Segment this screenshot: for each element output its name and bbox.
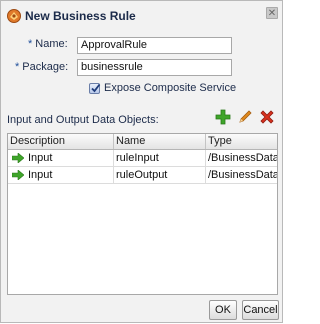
cell-description: Input <box>28 167 114 183</box>
required-marker: * <box>15 61 20 73</box>
cell-type: /BusinessData/Ru <box>208 152 277 164</box>
business-rule-icon <box>7 9 21 23</box>
cell-name: ruleInput <box>114 150 206 166</box>
delete-icon[interactable] <box>259 109 275 125</box>
ok-button[interactable]: OK <box>209 300 237 320</box>
expose-composite-checkbox[interactable] <box>89 82 101 94</box>
column-header-description[interactable]: Description <box>8 134 114 149</box>
edit-icon[interactable] <box>237 109 253 125</box>
package-label: Package: <box>22 61 69 73</box>
name-row: * Name: <box>28 38 68 50</box>
close-icon: ✕ <box>267 8 277 19</box>
cancel-button[interactable]: Cancel <box>242 300 279 320</box>
arrow-right-icon <box>12 153 24 163</box>
title-bar: New Business Rule ✕ <box>1 1 282 31</box>
cell-name: ruleOutput <box>114 167 206 183</box>
table-row[interactable]: Input ruleOutput /BusinessData/Ru <box>8 167 277 184</box>
table-row[interactable]: Input ruleInput /BusinessData/Ru <box>8 150 277 167</box>
data-objects-label: Input and Output Data Objects: <box>7 114 159 126</box>
expose-row: Expose Composite Service <box>89 82 236 94</box>
table-header: Description Name Type <box>8 134 277 150</box>
name-label: Name: <box>35 38 68 50</box>
name-input[interactable]: ApprovalRule <box>77 37 232 54</box>
package-input[interactable]: businessrule <box>77 59 232 76</box>
cell-type: /BusinessData/Ru <box>208 169 277 181</box>
close-button[interactable]: ✕ <box>266 7 278 19</box>
checkmark-icon <box>91 83 101 92</box>
package-row: * Package: <box>15 61 68 73</box>
new-business-rule-dialog: New Business Rule ✕ * Name: ApprovalRule… <box>0 0 283 323</box>
expose-composite-label: Expose Composite Service <box>104 82 237 94</box>
cell-description: Input <box>28 150 114 166</box>
add-icon[interactable] <box>215 109 231 125</box>
data-objects-toolbar <box>215 109 275 125</box>
dialog-title: New Business Rule <box>25 9 136 23</box>
column-header-name[interactable]: Name <box>114 134 206 149</box>
arrow-right-icon <box>12 170 24 180</box>
column-header-type[interactable]: Type <box>206 134 277 149</box>
data-objects-table: Description Name Type Input ruleInput /B… <box>7 133 278 295</box>
required-marker: * <box>28 38 33 50</box>
